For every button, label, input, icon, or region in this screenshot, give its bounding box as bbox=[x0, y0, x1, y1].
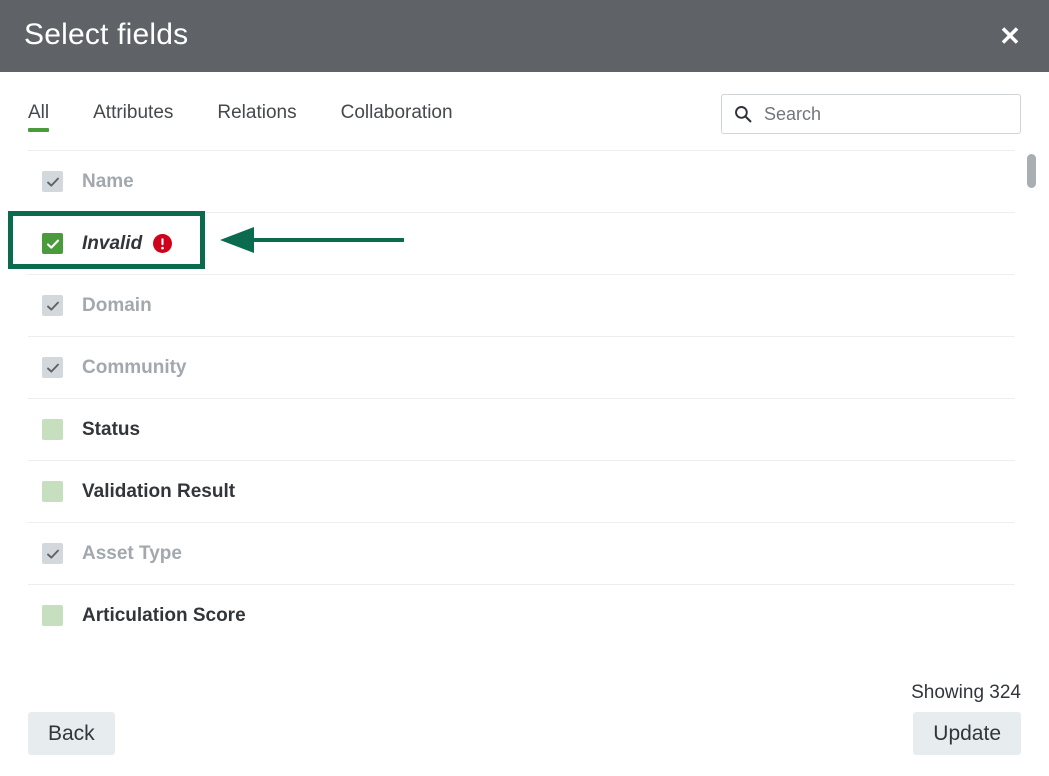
tab-collaboration[interactable]: Collaboration bbox=[341, 102, 475, 136]
tab-all[interactable]: All bbox=[28, 102, 71, 136]
checkbox-checked-disabled-icon bbox=[42, 357, 63, 378]
select-fields-dialog: Select fields ✕ All Attributes Relations… bbox=[0, 0, 1049, 776]
dialog-footer: Back Update bbox=[0, 700, 1049, 776]
field-row-name[interactable]: Name bbox=[28, 150, 1015, 212]
field-list-scroll-area[interactable]: Name Invalid bbox=[0, 150, 1049, 700]
field-row-status[interactable]: Status bbox=[28, 398, 1015, 460]
field-label: Domain bbox=[82, 295, 152, 317]
update-button[interactable]: Update bbox=[913, 712, 1021, 755]
field-list: Name Invalid bbox=[0, 150, 1049, 700]
back-button[interactable]: Back bbox=[28, 712, 115, 755]
tab-relations[interactable]: Relations bbox=[217, 102, 318, 136]
checkbox-unchecked-icon[interactable] bbox=[42, 605, 63, 626]
tab-attributes[interactable]: Attributes bbox=[93, 102, 195, 136]
field-row-invalid[interactable]: Invalid bbox=[28, 212, 1015, 274]
field-row-validation-result[interactable]: Validation Result bbox=[28, 460, 1015, 522]
page-title: Select fields bbox=[24, 20, 188, 52]
field-label: Invalid bbox=[82, 233, 142, 255]
checkbox-unchecked-icon[interactable] bbox=[42, 481, 63, 502]
field-row-community[interactable]: Community bbox=[28, 336, 1015, 398]
field-label: Status bbox=[82, 419, 140, 441]
search-input[interactable] bbox=[721, 94, 1021, 134]
close-icon[interactable]: ✕ bbox=[997, 23, 1023, 49]
search-box bbox=[721, 94, 1021, 134]
checkbox-checked-disabled-icon bbox=[42, 295, 63, 316]
field-label: Articulation Score bbox=[82, 605, 246, 627]
scrollbar-thumb[interactable] bbox=[1027, 154, 1036, 188]
tab-bar: All Attributes Relations Collaboration bbox=[28, 102, 475, 136]
field-row-asset-type[interactable]: Asset Type bbox=[28, 522, 1015, 584]
checkbox-checked-disabled-icon bbox=[42, 171, 63, 192]
error-icon bbox=[153, 234, 172, 253]
field-row-articulation-score[interactable]: Articulation Score bbox=[28, 584, 1015, 646]
dialog-toolbar: All Attributes Relations Collaboration bbox=[0, 72, 1049, 136]
field-label: Asset Type bbox=[82, 543, 182, 565]
field-row-domain[interactable]: Domain bbox=[28, 274, 1015, 336]
checkbox-checked-disabled-icon bbox=[42, 543, 63, 564]
field-label: Validation Result bbox=[82, 481, 235, 503]
checkbox-checked-icon[interactable] bbox=[42, 233, 63, 254]
field-label: Name bbox=[82, 171, 134, 193]
dialog-header: Select fields ✕ bbox=[0, 0, 1049, 72]
field-label: Community bbox=[82, 357, 187, 379]
scrollbar-track[interactable] bbox=[1027, 154, 1036, 696]
checkbox-unchecked-icon[interactable] bbox=[42, 419, 63, 440]
showing-count-label: Showing 324 bbox=[901, 682, 1021, 704]
